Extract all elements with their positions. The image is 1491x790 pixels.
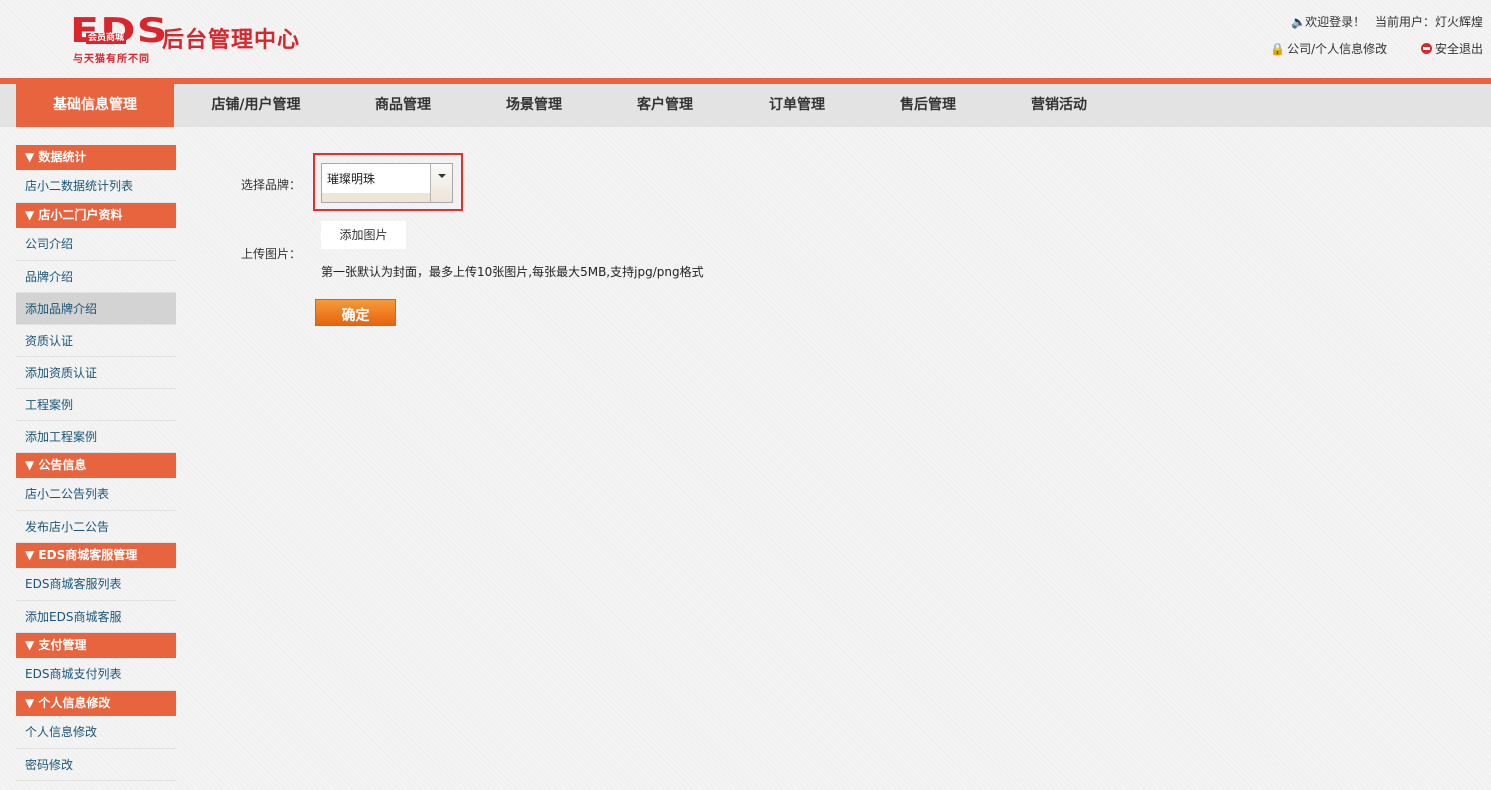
select-bottom-band (322, 193, 430, 202)
nav-item-marketing[interactable]: 营销活动 (1013, 84, 1105, 127)
logout-link[interactable]: 安全退出 (1420, 42, 1483, 56)
speaker-icon: 🔈 (1291, 15, 1307, 29)
sidebar-item-qualification[interactable]: 资质认证 (16, 325, 176, 357)
sidebar-group-portal[interactable]: ▼ 店小二门户资料 (16, 203, 176, 228)
nav-item-scenes[interactable]: 场景管理 (488, 84, 580, 127)
nav-item-orders[interactable]: 订单管理 (751, 84, 843, 127)
user-bar: 🔈欢迎登录！ 当前用户：灯火辉煌 🔒 公司/个人信息修改 安全退出 (1270, 12, 1483, 59)
brand-select[interactable]: 璀璨明珠 (321, 163, 453, 203)
sidebar-item-notice-list[interactable]: 店小二公告列表 (16, 478, 176, 511)
chevron-down-icon[interactable] (430, 164, 452, 202)
sidebar-group-stats[interactable]: ▼ 数据统计 (16, 145, 176, 170)
nav-item-store-user[interactable]: 店铺/用户管理 (190, 84, 322, 127)
sidebar-group-service[interactable]: ▼ EDS商城客服管理 (16, 543, 176, 568)
sidebar-item-profile-edit[interactable]: 个人信息修改 (16, 716, 176, 749)
nav-item-basic-info[interactable]: 基础信息管理 (16, 84, 174, 127)
sidebar: ▼ 数据统计 店小二数据统计列表 ▼ 店小二门户资料 公司介绍 品牌介绍 添加品… (16, 145, 176, 781)
sidebar-item-company-intro[interactable]: 公司介绍 (16, 228, 176, 261)
stop-icon (1420, 43, 1432, 54)
page-title: 后台管理中心 (162, 28, 301, 53)
profile-link-label: 公司/个人信息修改 (1287, 42, 1388, 56)
profile-link[interactable]: 🔒 公司/个人信息修改 (1270, 42, 1387, 56)
sidebar-item-password[interactable]: 密码修改 (16, 749, 176, 781)
sidebar-item-stats-list[interactable]: 店小二数据统计列表 (16, 170, 176, 203)
logo[interactable]: EDS 会员商城 与天猫有所不同 后台管理中心 (70, 14, 315, 65)
welcome-text: 欢迎登录！ (1305, 15, 1366, 29)
logo-sub-text: 会员商城 (86, 33, 127, 44)
sidebar-group-payment[interactable]: ▼ 支付管理 (16, 633, 176, 658)
nav-item-products[interactable]: 商品管理 (357, 84, 449, 127)
brand-select-value: 璀璨明珠 (327, 172, 376, 186)
nav-item-customers[interactable]: 客户管理 (619, 84, 711, 127)
logout-link-label: 安全退出 (1434, 42, 1483, 56)
sidebar-item-service-list[interactable]: EDS商城客服列表 (16, 568, 176, 601)
sidebar-item-cases[interactable]: 工程案例 (16, 389, 176, 421)
brand-label: 选择品牌： (241, 178, 302, 192)
sidebar-item-publish-notice[interactable]: 发布店小二公告 (16, 511, 176, 543)
sidebar-item-add-brand-intro[interactable]: 添加品牌介绍 (16, 293, 176, 325)
current-user-label: 当前用户： (1374, 15, 1435, 29)
upload-hint: 第一张默认为封面，最多上传10张图片,每张最大5MB,支持jpg/png格式 (321, 265, 704, 279)
main-nav: 基础信息管理 店铺/用户管理 商品管理 场景管理 客户管理 订单管理 售后管理 … (0, 84, 1491, 127)
header: EDS 会员商城 与天猫有所不同 后台管理中心 🔈欢迎登录！ 当前用户：灯火辉煌… (0, 0, 1491, 78)
sidebar-group-profile[interactable]: ▼ 个人信息修改 (16, 691, 176, 716)
logo-slogan: 与天猫有所不同 (73, 54, 150, 65)
sidebar-item-add-service[interactable]: 添加EDS商城客服 (16, 601, 176, 633)
username: 灯火辉煌 (1434, 15, 1483, 29)
sidebar-group-notices[interactable]: ▼ 公告信息 (16, 453, 176, 478)
nav-item-after-sales[interactable]: 售后管理 (882, 84, 974, 127)
lock-icon: 🔒 (1270, 42, 1286, 56)
confirm-button[interactable]: 确定 (315, 299, 396, 326)
sidebar-item-brand-intro[interactable]: 品牌介绍 (16, 261, 176, 293)
sidebar-item-add-qualification[interactable]: 添加资质认证 (16, 357, 176, 389)
add-image-button[interactable]: 添加图片 (321, 221, 406, 249)
sidebar-item-add-case[interactable]: 添加工程案例 (16, 421, 176, 453)
sidebar-item-payment-list[interactable]: EDS商城支付列表 (16, 658, 176, 691)
upload-label: 上传图片： (241, 247, 302, 261)
